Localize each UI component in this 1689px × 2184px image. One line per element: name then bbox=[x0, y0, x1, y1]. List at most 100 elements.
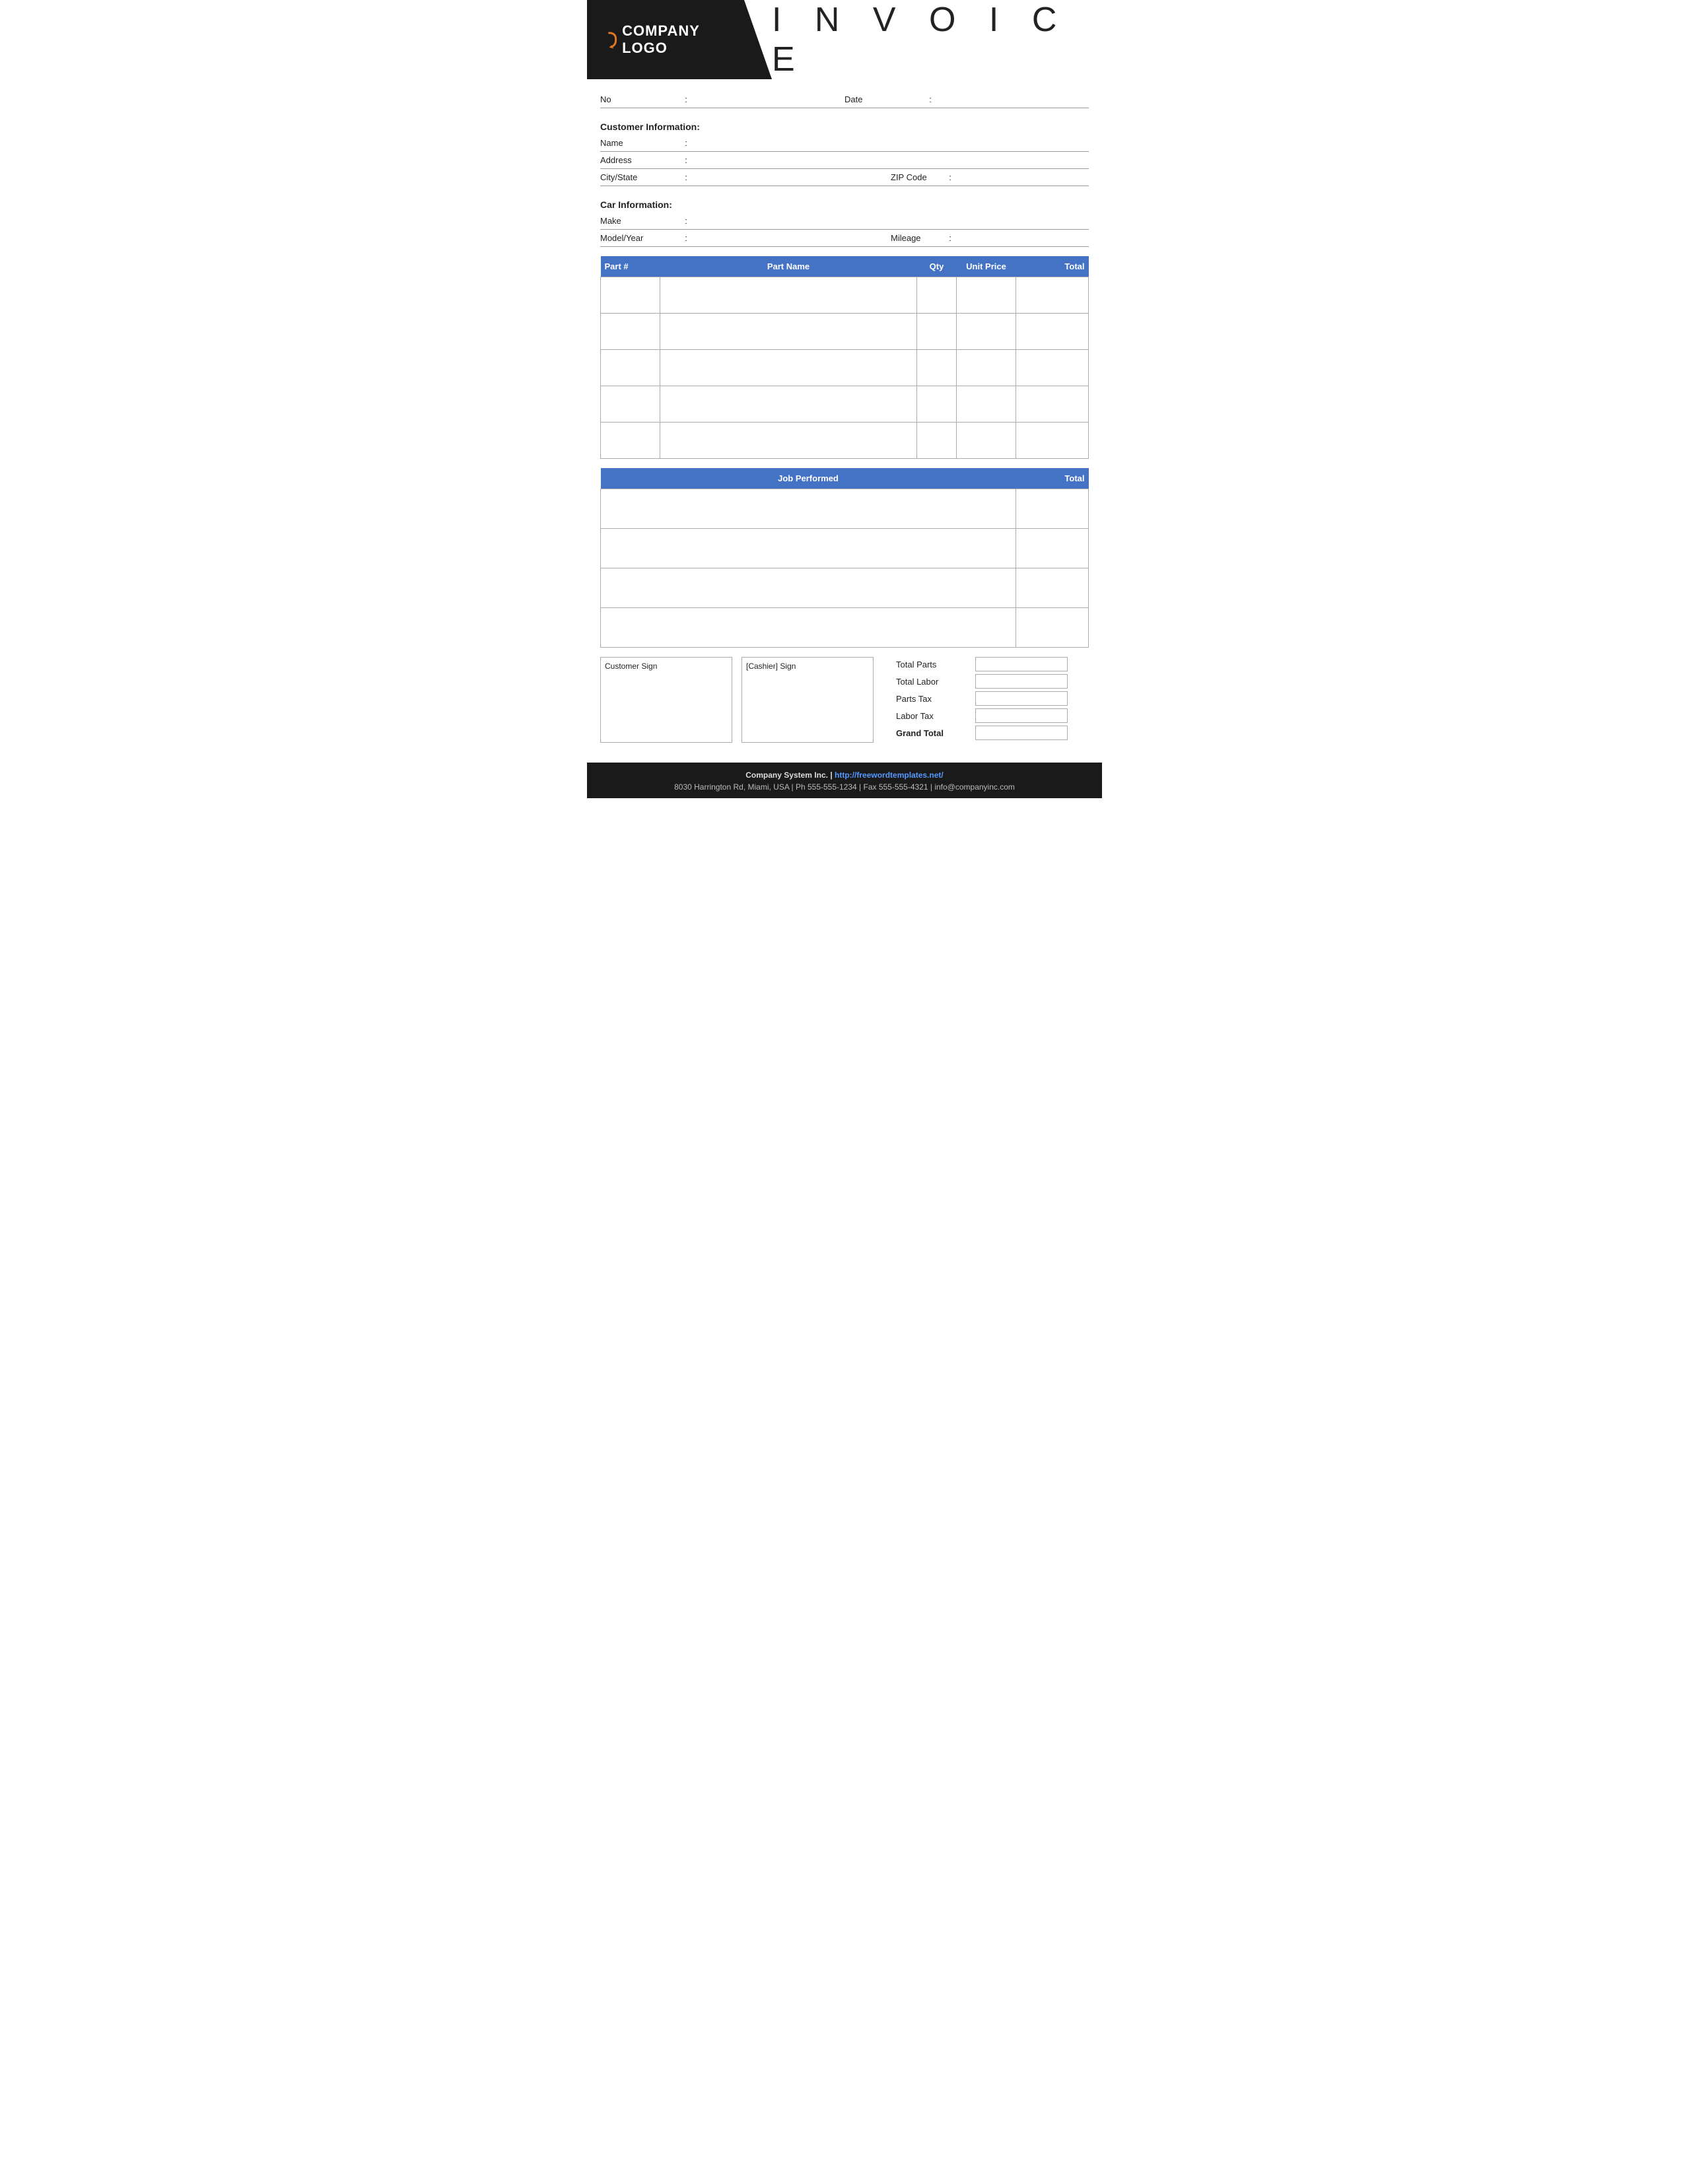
job-desc-cell[interactable] bbox=[601, 568, 1016, 608]
mileage-label: Mileage bbox=[891, 233, 944, 243]
part-qty-cell[interactable] bbox=[917, 386, 957, 423]
grand-total-row: Grand Total bbox=[896, 726, 1089, 740]
job-desc-cell[interactable] bbox=[601, 608, 1016, 648]
invoice-no-field: No : bbox=[600, 94, 844, 104]
total-labor-label: Total Labor bbox=[896, 677, 975, 687]
make-colon: : bbox=[679, 216, 693, 226]
invoice-date-field: Date : bbox=[844, 94, 1089, 104]
part-qty-cell[interactable] bbox=[917, 350, 957, 386]
part-name-cell[interactable] bbox=[660, 277, 917, 314]
grand-total-value[interactable] bbox=[975, 726, 1068, 740]
no-date-row: No : Date : bbox=[600, 91, 1089, 108]
total-parts-value[interactable] bbox=[975, 657, 1068, 671]
customer-address-row: Address : bbox=[600, 152, 1089, 169]
col-header-part: Part # bbox=[601, 256, 660, 277]
part-name-cell[interactable] bbox=[660, 386, 917, 423]
parts-table-header-row: Part # Part Name Qty Unit Price Total bbox=[601, 256, 1089, 277]
labor-tax-value[interactable] bbox=[975, 708, 1068, 723]
job-table-row bbox=[601, 568, 1089, 608]
total-labor-value[interactable] bbox=[975, 674, 1068, 689]
col-header-job: Job Performed bbox=[601, 468, 1016, 489]
parts-tax-row: Parts Tax bbox=[896, 691, 1089, 706]
job-total-cell[interactable] bbox=[1016, 608, 1089, 648]
part-total-cell[interactable] bbox=[1016, 423, 1089, 459]
no-colon: : bbox=[679, 94, 693, 104]
invoice-title: I N V O I C E bbox=[772, 0, 1095, 79]
job-total-cell[interactable] bbox=[1016, 568, 1089, 608]
part-qty-cell[interactable] bbox=[917, 423, 957, 459]
address-label: Address bbox=[600, 155, 679, 165]
col-header-total: Total bbox=[1016, 256, 1089, 277]
model-label: Model/Year bbox=[600, 233, 679, 243]
part-num-cell[interactable] bbox=[601, 314, 660, 350]
part-total-cell[interactable] bbox=[1016, 350, 1089, 386]
part-total-cell[interactable] bbox=[1016, 386, 1089, 423]
part-uprice-cell[interactable] bbox=[957, 277, 1016, 314]
part-num-cell[interactable] bbox=[601, 350, 660, 386]
job-desc-cell[interactable] bbox=[601, 529, 1016, 568]
company-logo-area: COMPANY LOGO bbox=[587, 0, 772, 79]
footer-website-link[interactable]: http://freewordtemplates.net/ bbox=[835, 770, 944, 780]
job-total-cell[interactable] bbox=[1016, 489, 1089, 529]
footer-address-line: 8030 Harrington Rd, Miami, USA | Ph 555-… bbox=[594, 782, 1095, 792]
total-labor-row: Total Labor bbox=[896, 674, 1089, 689]
footer-company-name: Company System Inc. bbox=[745, 770, 828, 780]
part-total-cell[interactable] bbox=[1016, 277, 1089, 314]
part-num-cell[interactable] bbox=[601, 277, 660, 314]
cashier-sign-label: [Cashier] Sign bbox=[746, 662, 869, 671]
logo-arc-icon bbox=[600, 30, 618, 49]
job-table-row bbox=[601, 489, 1089, 529]
logo-label: COMPANY LOGO bbox=[622, 22, 745, 57]
no-label: No bbox=[600, 94, 679, 104]
col-header-qty: Qty bbox=[917, 256, 957, 277]
logo-text: COMPANY LOGO bbox=[600, 22, 745, 57]
mileage-field: Mileage : bbox=[891, 233, 1089, 243]
part-uprice-cell[interactable] bbox=[957, 350, 1016, 386]
part-name-cell[interactable] bbox=[660, 423, 917, 459]
part-total-cell[interactable] bbox=[1016, 314, 1089, 350]
part-name-cell[interactable] bbox=[660, 350, 917, 386]
date-label: Date bbox=[844, 94, 924, 104]
total-parts-label: Total Parts bbox=[896, 660, 975, 669]
job-table-row bbox=[601, 529, 1089, 568]
main-content: No : Date : Customer Information: Name :… bbox=[587, 91, 1102, 743]
parts-table: Part # Part Name Qty Unit Price Total bbox=[600, 256, 1089, 459]
car-model-row: Model/Year : Mileage : bbox=[600, 230, 1089, 247]
customer-name-row: Name : bbox=[600, 135, 1089, 152]
invoice-title-area: I N V O I C E bbox=[772, 0, 1102, 79]
job-total-cell[interactable] bbox=[1016, 529, 1089, 568]
zip-field: ZIP Code : bbox=[891, 172, 1089, 182]
part-uprice-cell[interactable] bbox=[957, 386, 1016, 423]
page-footer: Company System Inc. | http://freewordtem… bbox=[587, 763, 1102, 798]
part-qty-cell[interactable] bbox=[917, 277, 957, 314]
part-qty-cell[interactable] bbox=[917, 314, 957, 350]
parts-table-row bbox=[601, 314, 1089, 350]
job-table: Job Performed Total bbox=[600, 468, 1089, 648]
grand-total-label: Grand Total bbox=[896, 728, 975, 738]
city-label: City/State bbox=[600, 172, 679, 182]
part-num-cell[interactable] bbox=[601, 386, 660, 423]
zip-colon: : bbox=[944, 172, 957, 182]
address-colon: : bbox=[679, 155, 693, 165]
labor-tax-row: Labor Tax bbox=[896, 708, 1089, 723]
part-uprice-cell[interactable] bbox=[957, 314, 1016, 350]
part-uprice-cell[interactable] bbox=[957, 423, 1016, 459]
part-name-cell[interactable] bbox=[660, 314, 917, 350]
totals-section: Total Parts Total Labor Parts Tax Labor … bbox=[896, 657, 1089, 743]
page-header: COMPANY LOGO I N V O I C E bbox=[587, 0, 1102, 79]
parts-tax-value[interactable] bbox=[975, 691, 1068, 706]
job-desc-cell[interactable] bbox=[601, 489, 1016, 529]
customer-section-header: Customer Information: bbox=[600, 116, 1089, 135]
part-num-cell[interactable] bbox=[601, 423, 660, 459]
model-colon: : bbox=[679, 233, 693, 243]
name-colon: : bbox=[679, 138, 693, 148]
zip-label: ZIP Code bbox=[891, 172, 944, 182]
mileage-colon: : bbox=[944, 233, 957, 243]
cashier-sign-box: [Cashier] Sign bbox=[741, 657, 874, 743]
customer-sign-label: Customer Sign bbox=[605, 662, 728, 671]
parts-table-row bbox=[601, 423, 1089, 459]
parts-table-row bbox=[601, 350, 1089, 386]
col-header-uprice: Unit Price bbox=[957, 256, 1016, 277]
city-colon: : bbox=[679, 172, 693, 182]
total-parts-row: Total Parts bbox=[896, 657, 1089, 671]
